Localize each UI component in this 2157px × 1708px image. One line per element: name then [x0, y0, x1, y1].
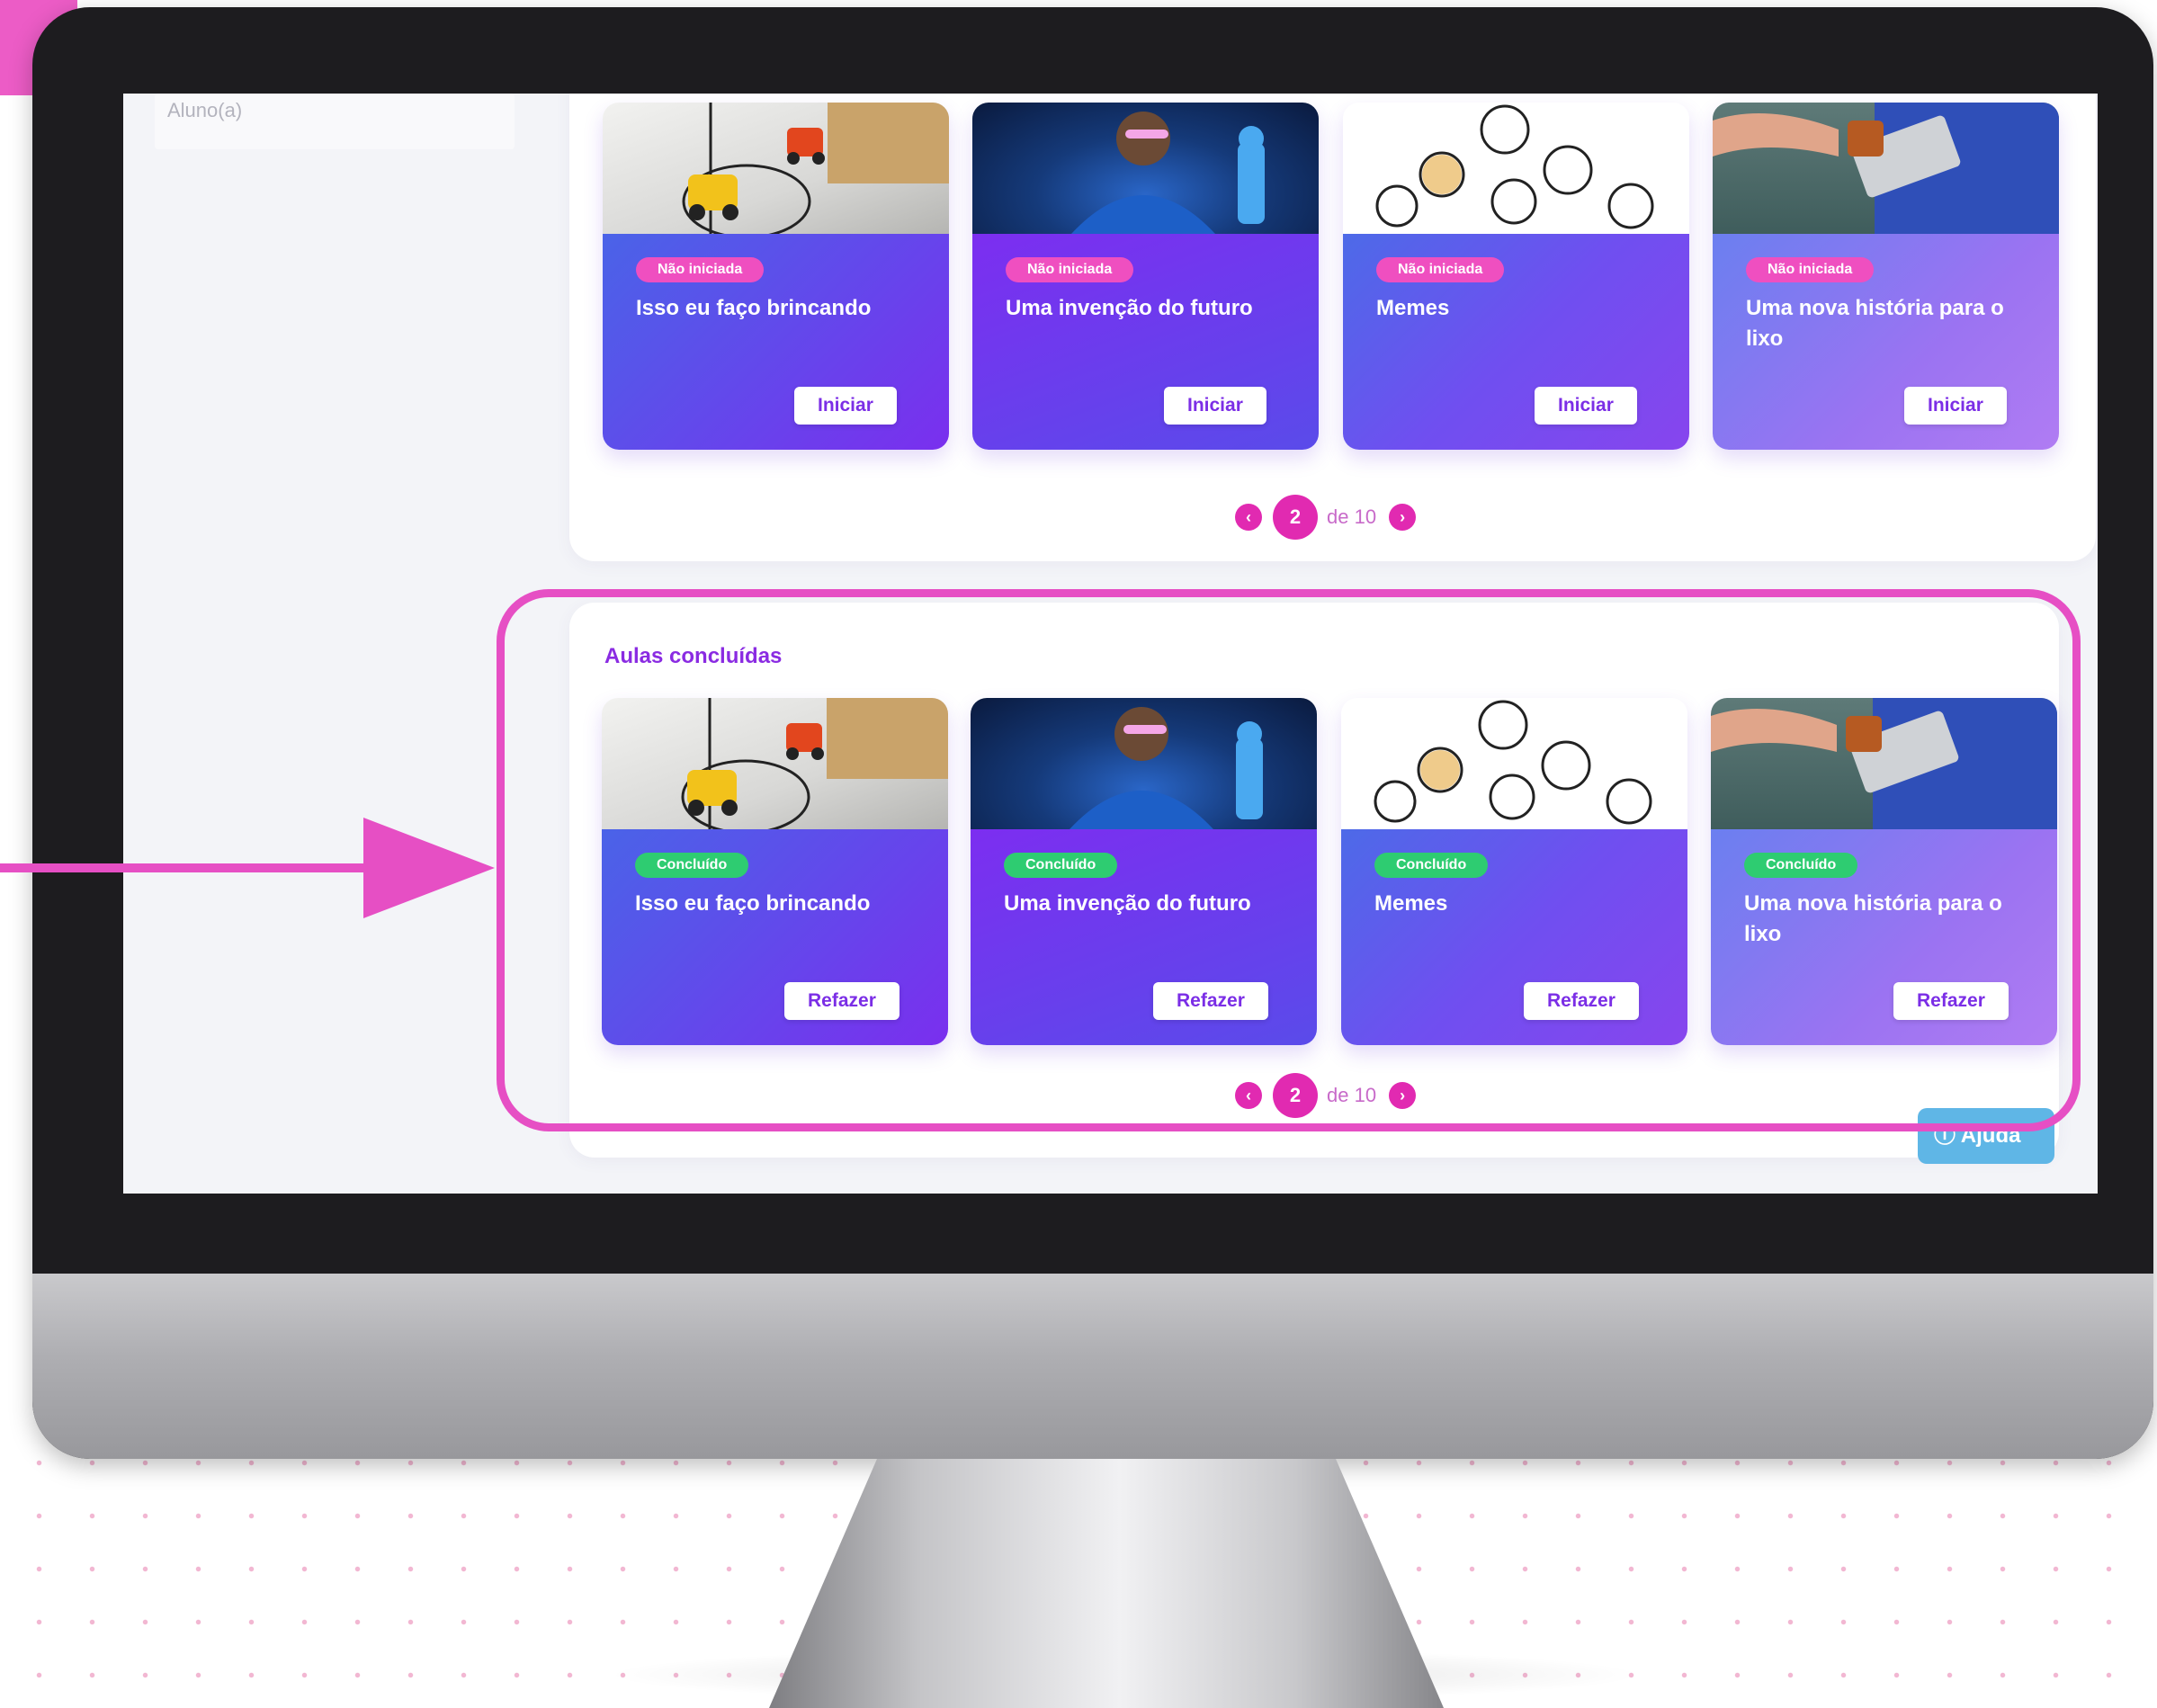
- lesson-card[interactable]: Concluído Isso eu faço brincando Refazer: [602, 698, 948, 1045]
- pending-lessons-panel: Não iniciada Isso eu faço brincando Inic…: [569, 94, 2096, 561]
- sidebar-user-role: Aluno(a): [155, 94, 515, 149]
- lesson-title: Uma invenção do futuro: [1006, 296, 1253, 320]
- monitor-stand: [769, 1459, 1444, 1708]
- lesson-title: Uma invenção do futuro: [1004, 891, 1251, 916]
- lesson-title: Isso eu faço brincando: [635, 891, 871, 916]
- current-page: 2: [1273, 1073, 1318, 1118]
- start-button[interactable]: Iniciar: [1904, 387, 2007, 425]
- status-badge: Concluído: [635, 853, 749, 878]
- status-badge: Concluído: [1374, 853, 1489, 878]
- next-page-button[interactable]: ›: [1389, 504, 1417, 531]
- section-title: Aulas concluídas: [604, 644, 783, 668]
- start-button[interactable]: Iniciar: [1164, 387, 1266, 425]
- start-button[interactable]: Iniciar: [794, 387, 897, 425]
- lesson-card-body: Concluído Uma nova história para o lixo …: [1711, 829, 2057, 1045]
- status-badge: Não iniciada: [1376, 257, 1505, 282]
- status-badge: Concluído: [1004, 853, 1118, 878]
- lesson-card-body: Não iniciada Isso eu faço brincando Inic…: [603, 234, 949, 450]
- redo-button[interactable]: Refazer: [1893, 982, 2009, 1020]
- pagination: ‹ 2 de 10 ›: [1235, 495, 1417, 540]
- lesson-thumbnail: [1711, 698, 2057, 829]
- lesson-title: Memes: [1376, 296, 1450, 320]
- monitor-chin: [32, 1274, 2153, 1459]
- lesson-thumbnail: [972, 103, 1319, 234]
- monitor-frame: Aluno(a) Não iniciada Isso eu faço brinc…: [32, 7, 2153, 1459]
- lesson-card-body: Concluído Memes Refazer: [1341, 829, 1687, 1045]
- lesson-card[interactable]: Concluído Uma nova história para o lixo …: [1711, 698, 2057, 1045]
- pagination: ‹ 2 de 10 ›: [1235, 1073, 1417, 1118]
- lesson-thumbnail: [1341, 698, 1687, 829]
- redo-button[interactable]: Refazer: [784, 982, 899, 1020]
- lesson-card[interactable]: Concluído Uma invenção do futuro Refazer: [971, 698, 1317, 1045]
- help-button-label: Ajuda: [1960, 1123, 2021, 1148]
- lesson-title: Uma nova história para o lixo: [1746, 296, 2004, 351]
- help-button[interactable]: ⓘ Ajuda: [1918, 1108, 2054, 1164]
- lesson-thumbnail: [1713, 103, 2059, 234]
- info-icon: ⓘ: [1934, 1123, 1956, 1148]
- lesson-card-body: Não iniciada Uma invenção do futuro Inic…: [972, 234, 1319, 450]
- completed-lessons-panel: Aulas concluídas Concluído Isso eu faço …: [569, 603, 2059, 1158]
- prev-page-button[interactable]: ‹: [1235, 1082, 1262, 1109]
- redo-button[interactable]: Refazer: [1153, 982, 1268, 1020]
- lesson-card[interactable]: Não iniciada Uma nova história para o li…: [1713, 103, 2059, 450]
- lesson-card-body: Não iniciada Memes Iniciar: [1343, 234, 1689, 450]
- current-page: 2: [1273, 495, 1318, 540]
- lesson-card[interactable]: Não iniciada Memes Iniciar: [1343, 103, 1689, 450]
- lesson-thumbnail: [1343, 103, 1689, 234]
- lesson-card[interactable]: Não iniciada Isso eu faço brincando Inic…: [603, 103, 949, 450]
- lesson-title: Isso eu faço brincando: [636, 296, 872, 320]
- status-badge: Concluído: [1744, 853, 1858, 878]
- page-count: de 10: [1327, 1084, 1377, 1106]
- lesson-card[interactable]: Não iniciada Uma invenção do futuro Inic…: [972, 103, 1319, 450]
- callout-arrow-line: [0, 863, 378, 872]
- lesson-card-body: Concluído Isso eu faço brincando Refazer: [602, 829, 948, 1045]
- prev-page-button[interactable]: ‹: [1235, 504, 1262, 531]
- lesson-card[interactable]: Concluído Memes Refazer: [1341, 698, 1687, 1045]
- status-badge: Não iniciada: [1746, 257, 1875, 282]
- redo-button[interactable]: Refazer: [1524, 982, 1639, 1020]
- lesson-card-body: Concluído Uma invenção do futuro Refazer: [971, 829, 1317, 1045]
- lesson-title: Uma nova história para o lixo: [1744, 891, 2002, 946]
- lesson-card-body: Não iniciada Uma nova história para o li…: [1713, 234, 2059, 450]
- start-button[interactable]: Iniciar: [1535, 387, 1637, 425]
- lesson-thumbnail: [603, 103, 949, 239]
- page-count: de 10: [1327, 505, 1377, 528]
- lesson-title: Memes: [1374, 891, 1448, 916]
- lesson-thumbnail: [971, 698, 1317, 829]
- next-page-button[interactable]: ›: [1389, 1082, 1417, 1109]
- lesson-thumbnail: [602, 698, 948, 835]
- status-badge: Não iniciada: [636, 257, 765, 282]
- app-screen: Aluno(a) Não iniciada Isso eu faço brinc…: [123, 94, 2098, 1194]
- status-badge: Não iniciada: [1006, 257, 1134, 282]
- user-role-label: Aluno(a): [167, 99, 243, 121]
